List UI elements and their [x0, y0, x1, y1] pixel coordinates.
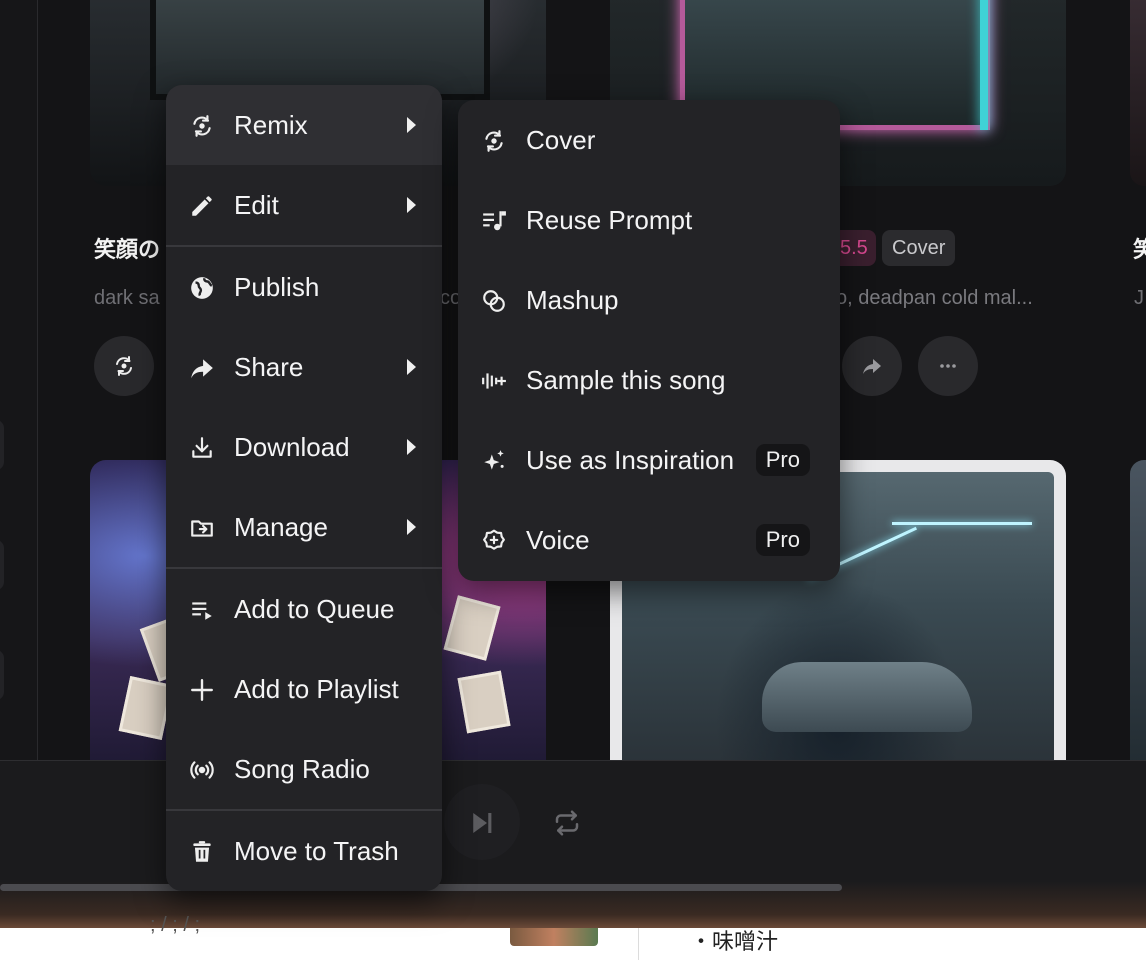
chevron-right-icon: [407, 197, 416, 213]
chevron-right-icon: [407, 117, 416, 133]
menu-item-manage[interactable]: Manage: [166, 487, 442, 567]
menu-item-move-to-trash[interactable]: Move to Trash: [166, 811, 442, 891]
radio-icon: [188, 756, 216, 784]
menu-item-label: Share: [234, 351, 304, 382]
menu-item-share[interactable]: Share: [166, 327, 442, 407]
more-icon: [940, 364, 956, 368]
share-arrow-icon: [188, 354, 216, 382]
menu-item-label: Edit: [234, 189, 279, 220]
waveform-plus-icon: [480, 367, 508, 395]
submenu-item-label: Use as Inspiration: [526, 444, 735, 475]
menu-item-label: Move to Trash: [234, 835, 399, 866]
submenu-item-cover[interactable]: Cover: [458, 100, 840, 180]
submenu-item-mashup[interactable]: Mashup: [458, 260, 840, 340]
sidebar-handle[interactable]: [0, 420, 4, 470]
menu-item-remix[interactable]: Remix: [166, 85, 442, 165]
song-description: o, deadpan cold mal...: [836, 287, 1033, 309]
chevron-right-icon: [407, 519, 416, 535]
prompt-music-icon: [480, 207, 508, 235]
song-description: dark sa: [94, 287, 160, 309]
song-title[interactable]: 笑顔の: [94, 232, 160, 264]
menu-item-label: Add to Playlist: [234, 673, 399, 704]
submenu-item-label: Cover: [526, 124, 596, 155]
remix-submenu: Cover Reuse Prompt Mashup Sample this so…: [458, 100, 840, 581]
submenu-item-voice[interactable]: Voice Pro: [458, 500, 840, 580]
menu-item-label: Manage: [234, 511, 328, 542]
repeat-icon[interactable]: [552, 808, 582, 838]
share-arrow-icon: [863, 359, 881, 374]
menu-item-label: Add to Queue: [234, 593, 395, 624]
submenu-item-label: Mashup: [526, 284, 619, 315]
menu-item-add-to-playlist[interactable]: Add to Playlist: [166, 649, 442, 729]
cover-icon: [480, 127, 508, 155]
song-description: J: [1134, 287, 1144, 309]
chevron-right-icon: [407, 439, 416, 455]
share-button[interactable]: [842, 336, 902, 396]
menu-item-label: Remix: [234, 109, 308, 140]
voice-icon: [480, 527, 508, 555]
chevron-right-icon: [407, 359, 416, 375]
folder-icon: [188, 514, 216, 542]
submenu-item-label: Reuse Prompt: [526, 204, 693, 235]
sidebar-handle[interactable]: [0, 650, 4, 700]
menu-item-label: Download: [234, 431, 350, 462]
cover-badge: Cover: [882, 230, 956, 266]
song-context-menu: Remix Edit Publish Share Download Manage…: [166, 85, 442, 891]
divider: [638, 928, 639, 960]
submenu-item-sample-song[interactable]: Sample this song: [458, 340, 840, 420]
plus-icon: [188, 676, 216, 704]
remix-button[interactable]: [94, 336, 154, 396]
lower-text: ; / ; / ;: [150, 914, 201, 936]
song-cover-image[interactable]: [1130, 0, 1146, 186]
download-icon: [188, 434, 216, 462]
submenu-item-label: Voice: [526, 524, 590, 555]
submenu-item-label: Sample this song: [526, 364, 726, 395]
menu-item-publish[interactable]: Publish: [166, 247, 442, 327]
more-options-button[interactable]: [918, 336, 978, 396]
queue-icon: [188, 596, 216, 624]
trash-icon: [188, 838, 216, 866]
menu-item-edit[interactable]: Edit: [166, 165, 442, 245]
submenu-item-use-as-inspiration[interactable]: Use as Inspiration Pro: [458, 420, 840, 500]
globe-icon: [188, 274, 216, 302]
pro-badge: Pro: [755, 444, 810, 476]
pencil-icon: [188, 192, 216, 220]
thumbnail-image[interactable]: [510, 928, 598, 946]
sparkle-icon: [480, 447, 508, 475]
pro-badge: Pro: [755, 524, 810, 556]
remix-icon: [188, 112, 216, 140]
skip-next-icon: [473, 813, 492, 833]
remix-icon: [116, 356, 132, 376]
sidebar-handle[interactable]: [0, 540, 4, 590]
mashup-icon: [480, 287, 508, 315]
lower-list-item: ・味噌汁: [690, 930, 779, 955]
menu-item-label: Song Radio: [234, 753, 370, 784]
menu-item-label: Publish: [234, 271, 320, 302]
menu-item-download[interactable]: Download: [166, 407, 442, 487]
song-cover-image[interactable]: [1130, 460, 1146, 780]
song-title[interactable]: 笑: [1133, 232, 1146, 264]
submenu-item-reuse-prompt[interactable]: Reuse Prompt: [458, 180, 840, 260]
left-sidebar: [0, 0, 38, 760]
menu-item-add-to-queue[interactable]: Add to Queue: [166, 569, 442, 649]
menu-item-song-radio[interactable]: Song Radio: [166, 729, 442, 809]
